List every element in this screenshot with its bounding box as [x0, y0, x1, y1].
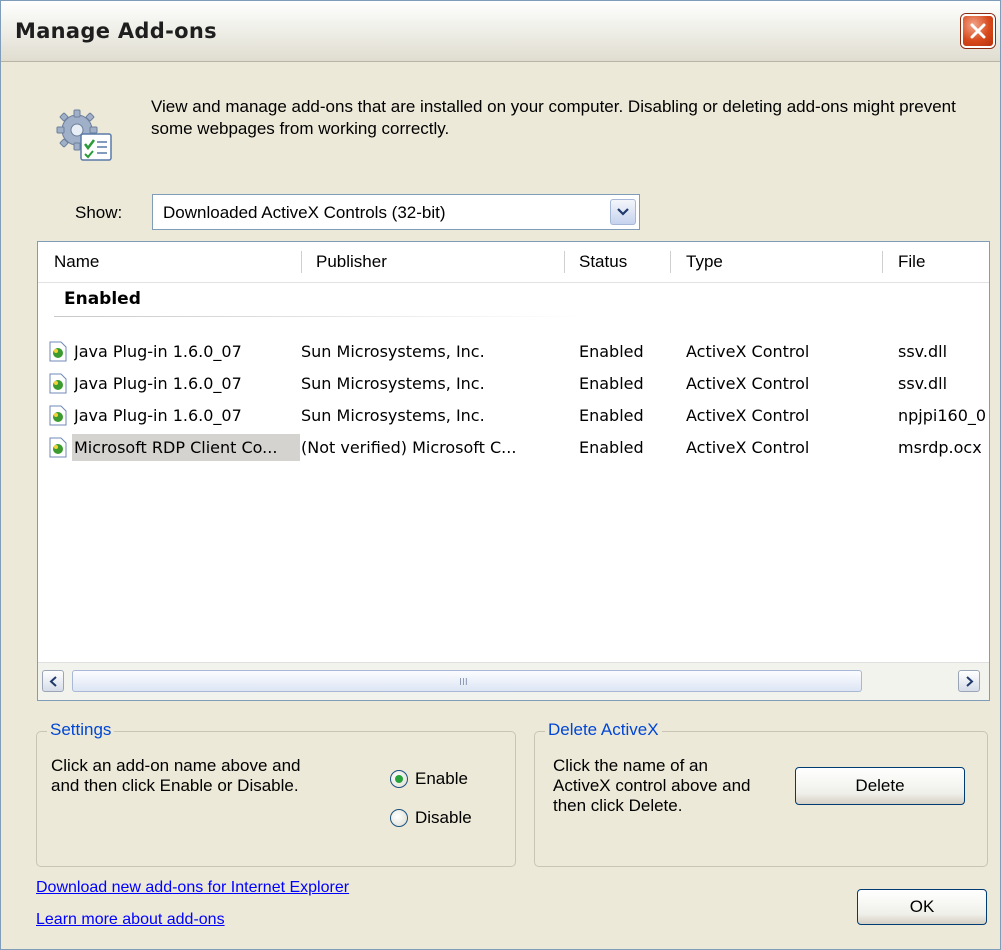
row-type: ActiveX Control — [686, 406, 810, 425]
column-header-type[interactable]: Type — [676, 242, 876, 282]
show-label: Show: — [75, 203, 123, 222]
row-name: Java Plug-in 1.6.0_07 — [74, 342, 242, 361]
column-separator[interactable] — [564, 251, 565, 273]
manage-addons-dialog: Manage Add-ons View and manage add-ons t… — [0, 0, 1001, 950]
scroll-left-button[interactable] — [42, 670, 64, 692]
activex-control-icon — [49, 405, 67, 426]
row-type: ActiveX Control — [686, 438, 810, 457]
row-file: msrdp.ocx — [898, 438, 982, 457]
window-title: Manage Add-ons — [15, 19, 217, 43]
table-row[interactable]: Java Plug-in 1.6.0_07 Sun Microsystems, … — [38, 336, 989, 367]
row-status: Enabled — [579, 342, 644, 361]
column-separator[interactable] — [882, 251, 883, 273]
row-publisher: Sun Microsystems, Inc. — [301, 342, 485, 361]
title-bar[interactable]: Manage Add-ons — [1, 1, 1000, 62]
table-row-selected[interactable]: Microsoft RDP Client Co... (Not verified… — [38, 432, 989, 463]
scroll-right-button[interactable] — [958, 670, 980, 692]
table-row[interactable]: Java Plug-in 1.6.0_07 Sun Microsystems, … — [38, 368, 989, 399]
row-name: Microsoft RDP Client Co... — [74, 438, 278, 457]
show-dropdown-value: Downloaded ActiveX Controls (32-bit) — [163, 203, 446, 222]
horizontal-scrollbar[interactable]: III — [38, 662, 989, 700]
activex-control-icon — [49, 341, 67, 362]
column-separator[interactable] — [670, 251, 671, 273]
row-type: ActiveX Control — [686, 374, 810, 393]
column-header-file[interactable]: File — [888, 242, 988, 282]
row-name: Java Plug-in 1.6.0_07 — [74, 406, 242, 425]
row-status: Enabled — [579, 374, 644, 393]
settings-group-title: Settings — [47, 720, 115, 740]
delete-activex-group-title: Delete ActiveX — [545, 720, 662, 740]
dropdown-arrow-icon — [617, 208, 629, 216]
radio-selected-dot — [395, 775, 403, 783]
row-file: ssv.dll — [898, 342, 948, 361]
delete-instruction-line2: ActiveX control above and — [553, 776, 751, 795]
delete-button[interactable]: Delete — [795, 767, 965, 805]
enable-radio[interactable] — [390, 770, 408, 788]
row-publisher: Sun Microsystems, Inc. — [301, 406, 485, 425]
activex-control-icon — [49, 437, 67, 458]
addons-list[interactable]: Name Publisher Status Type File Enabled … — [37, 241, 990, 701]
scroll-thumb[interactable]: III — [72, 670, 862, 692]
settings-instruction-line1: Click an add-on name above and — [51, 756, 301, 775]
description-text: View and manage add-ons that are install… — [151, 97, 956, 138]
column-header-status[interactable]: Status — [569, 242, 669, 282]
settings-icon — [56, 109, 112, 161]
ok-button[interactable]: OK — [857, 889, 987, 925]
dropdown-arrow-button[interactable] — [610, 199, 636, 225]
delete-activex-group: Delete ActiveX Click the name of an Acti… — [534, 720, 988, 867]
table-row[interactable]: Java Plug-in 1.6.0_07 Sun Microsystems, … — [38, 400, 989, 431]
close-icon — [970, 23, 986, 39]
activex-control-icon — [49, 373, 67, 394]
group-header-enabled: Enabled — [64, 289, 141, 309]
row-file: npjpi160_0 — [898, 406, 987, 425]
scroll-right-icon — [966, 676, 974, 687]
row-type: ActiveX Control — [686, 342, 810, 361]
column-header-name[interactable]: Name — [44, 242, 300, 282]
close-button[interactable] — [961, 14, 995, 48]
column-separator[interactable] — [301, 251, 302, 273]
disable-radio[interactable] — [390, 809, 408, 827]
list-header: Name Publisher Status Type File — [38, 242, 989, 283]
scroll-grip: III — [459, 677, 468, 688]
disable-radio-label[interactable]: Disable — [415, 808, 472, 828]
row-publisher: Sun Microsystems, Inc. — [301, 374, 485, 393]
row-name: Java Plug-in 1.6.0_07 — [74, 374, 242, 393]
download-addons-link[interactable]: Download new add-ons for Internet Explor… — [36, 879, 349, 897]
delete-instruction-line3: then click Delete. — [553, 796, 683, 815]
scroll-left-icon — [49, 676, 57, 687]
learn-more-link[interactable]: Learn more about add-ons — [36, 911, 225, 929]
show-dropdown[interactable]: Downloaded ActiveX Controls (32-bit) — [152, 194, 640, 230]
settings-instruction-line2: and then click Enable or Disable. — [51, 776, 299, 795]
column-header-publisher[interactable]: Publisher — [306, 242, 564, 282]
group-divider — [54, 316, 584, 317]
row-status: Enabled — [579, 438, 644, 457]
row-file: ssv.dll — [898, 374, 948, 393]
delete-instruction-line1: Click the name of an — [553, 756, 708, 775]
row-publisher: (Not verified) Microsoft C... — [301, 438, 517, 457]
row-status: Enabled — [579, 406, 644, 425]
settings-group: Settings Click an add-on name above and … — [36, 720, 516, 867]
enable-radio-label[interactable]: Enable — [415, 769, 468, 789]
